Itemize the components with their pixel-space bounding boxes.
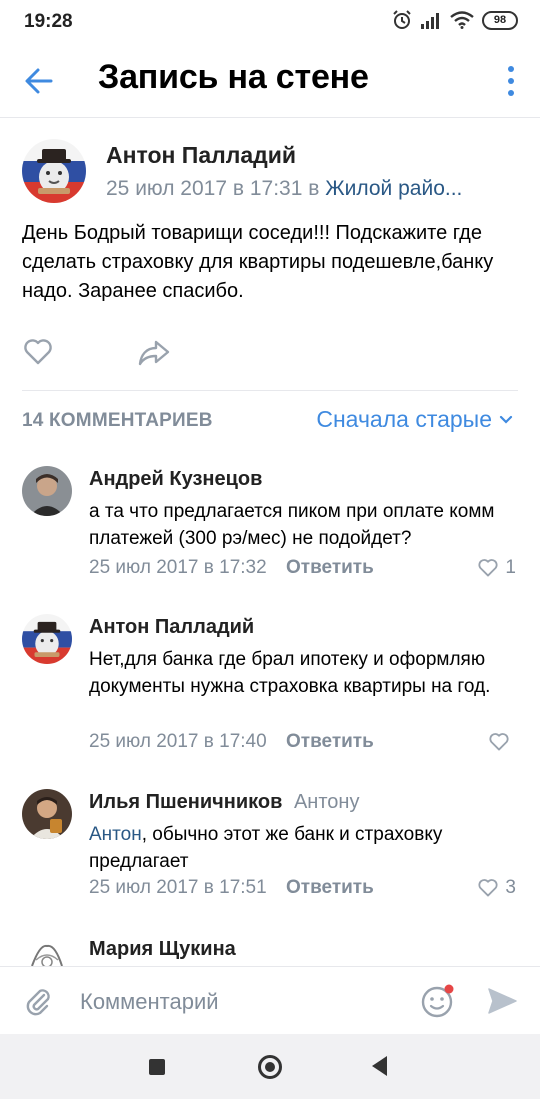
reply-button[interactable]: Ответить (286, 557, 374, 578)
cat-avatar-image (22, 614, 72, 664)
comment-author-name[interactable]: Андрей Кузнецов (89, 468, 262, 491)
comment-author-name[interactable]: Антон Палладий (89, 616, 254, 639)
comment-like-button[interactable]: 1 (477, 557, 516, 579)
comment-like-count: 1 (505, 557, 516, 578)
comment-mention-link[interactable]: Антон (89, 824, 142, 845)
comment-author-avatar[interactable] (22, 789, 72, 839)
comments-header: 14 КОММЕНТАРИЕВ Сначала старые (0, 404, 540, 438)
post-author-avatar[interactable] (22, 139, 86, 203)
share-button[interactable] (137, 336, 171, 368)
more-dot-icon (508, 78, 514, 84)
comment-input[interactable]: Комментарий (80, 989, 219, 1015)
emoji-button[interactable] (420, 983, 456, 1019)
system-nav-bar (0, 1034, 540, 1099)
man-avatar-image (22, 466, 72, 516)
status-time: 19:28 (24, 11, 73, 32)
comment-text: а та что предлагается пиком при оплате к… (89, 501, 495, 549)
cat-avatar-image (22, 139, 86, 203)
send-button[interactable] (486, 985, 518, 1017)
divider (22, 390, 518, 391)
comment-text: Нет,для банка где брал ипотеку и оформля… (89, 649, 491, 697)
post-author-name[interactable]: Антон Палладий (106, 142, 296, 169)
comment-author-name: Илья Пшеничников Антону (89, 791, 359, 814)
post-actions (0, 330, 540, 374)
sort-order-button[interactable]: Сначала старые (316, 406, 514, 433)
alarm-icon (393, 10, 411, 29)
like-button[interactable] (22, 336, 54, 368)
send-arrow-icon (488, 988, 517, 1014)
share-arrow-icon (138, 340, 170, 366)
comment-author-name[interactable]: Мария Щукина (89, 938, 236, 961)
attach-button[interactable] (22, 985, 54, 1017)
comment-item: Илья Пшеничников Антону Антон, обычно эт… (0, 789, 540, 909)
drawing-avatar-image (22, 936, 72, 966)
comment-text: Антон, обычно этот же банк и страховку п… (89, 821, 519, 875)
back-button[interactable] (22, 64, 56, 98)
chevron-down-icon (499, 415, 513, 424)
comment-reply-to[interactable]: Антону (294, 791, 360, 813)
comments-count: 14 КОММЕНТАРИЕВ (22, 410, 213, 431)
wifi-icon (450, 11, 474, 29)
status-icons: 98 (392, 10, 518, 30)
heart-icon (478, 559, 498, 577)
comment-item: Мария Щукина (0, 936, 540, 966)
reply-button[interactable]: Ответить (286, 731, 374, 752)
more-dot-icon (508, 66, 514, 72)
post-meta: 25 июл 2017 в 17:31 в Жилой райо... (106, 177, 516, 201)
comment-item: Антон Палладий Нет,для банка где брал ип… (0, 614, 540, 764)
comment-author-avatar[interactable] (22, 936, 72, 966)
more-options-button[interactable] (506, 66, 516, 96)
comment-text-body: , обычно этот же банк и страховку предла… (89, 824, 443, 872)
comment-date: 25 июл 2017 в 17:40 (89, 731, 267, 752)
comment-composer: Комментарий (0, 966, 540, 1034)
comment-like-button[interactable]: 3 (477, 877, 516, 899)
comment-author-link[interactable]: Илья Пшеничников (89, 791, 282, 813)
back-triangle-icon[interactable] (372, 1056, 387, 1076)
battery-level: 98 (493, 14, 507, 26)
smiley-icon (421, 984, 454, 1018)
paperclip-icon (26, 989, 50, 1016)
heart-icon (489, 733, 509, 751)
comment-like-count: 3 (505, 877, 516, 898)
page-title: Запись на стене (98, 58, 369, 96)
comment-author-avatar[interactable] (22, 466, 72, 516)
recent-apps-icon[interactable] (149, 1059, 165, 1075)
status-bar: 19:28 98 (0, 0, 540, 44)
home-icon[interactable] (258, 1055, 282, 1079)
man-avatar-image (22, 789, 72, 839)
reply-button[interactable]: Ответить (286, 877, 374, 898)
app-header: Запись на стене (0, 44, 540, 118)
arrow-left-icon (25, 68, 53, 94)
post-group-link[interactable]: Жилой райо... (325, 177, 462, 200)
comment-meta: 25 июл 2017 в 17:40 Ответить (89, 731, 374, 753)
post-date: 25 июл 2017 в 17:31 (106, 177, 303, 200)
comment-date: 25 июл 2017 в 17:32 (89, 557, 267, 578)
battery-indicator: 98 (482, 10, 518, 30)
more-dot-icon (508, 90, 514, 96)
post-text: День Бодрый товарищи соседи!!! Подскажит… (22, 222, 494, 302)
comment-like-button[interactable] (488, 731, 516, 753)
comment-meta: 25 июл 2017 в 17:32 Ответить (89, 557, 374, 579)
comment-date: 25 июл 2017 в 17:51 (89, 877, 267, 898)
sort-order-label: Сначала старые (316, 406, 492, 432)
signal-icon (421, 13, 439, 29)
comment-meta: 25 июл 2017 в 17:51 Ответить (89, 877, 374, 899)
comment-author-avatar[interactable] (22, 614, 72, 664)
post-in-word: в (308, 177, 320, 200)
comment-item: Андрей Кузнецов а та что предлагается пи… (0, 466, 540, 586)
heart-icon (478, 879, 498, 897)
heart-icon (24, 339, 52, 365)
